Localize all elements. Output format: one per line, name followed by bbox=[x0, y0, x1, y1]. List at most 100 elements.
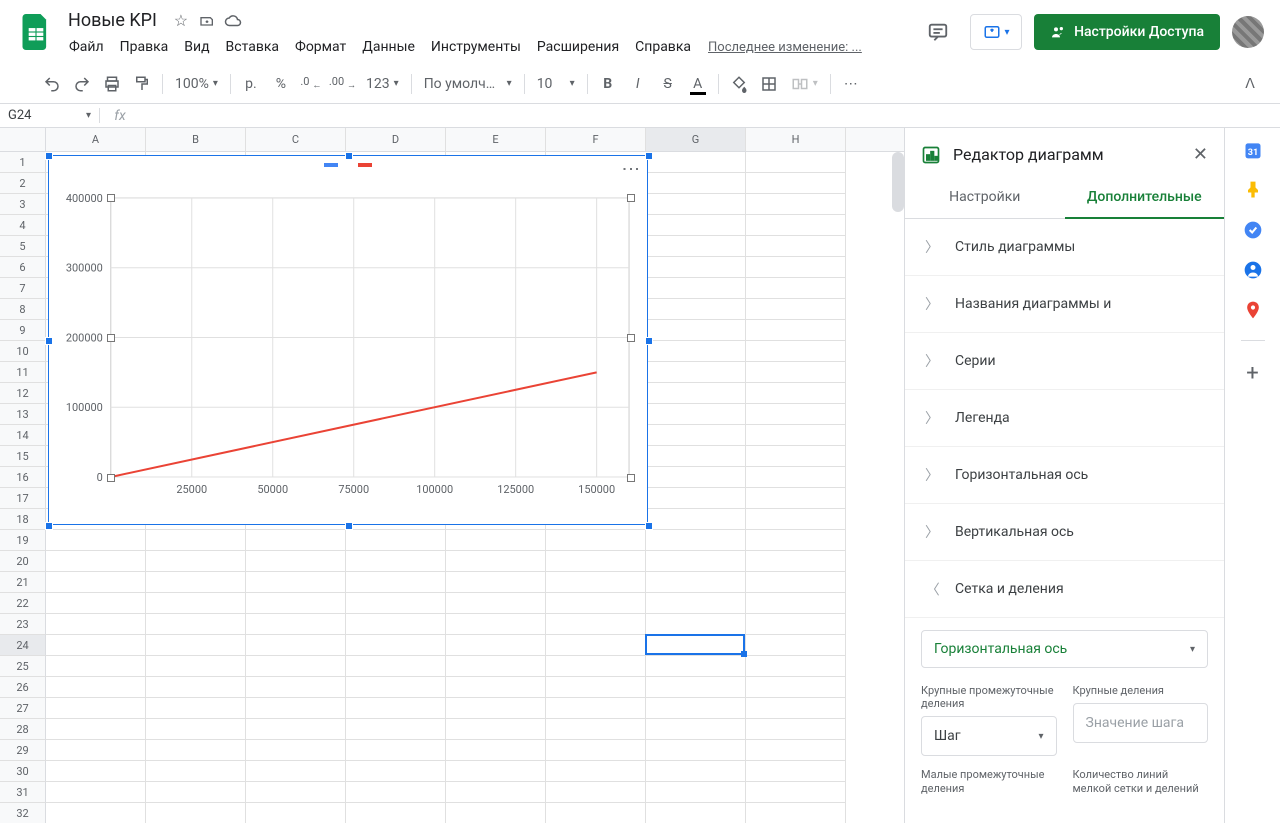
font-dropdown[interactable]: По умолча...▾ bbox=[418, 70, 518, 98]
cell[interactable] bbox=[546, 593, 646, 614]
col-header-E[interactable]: E bbox=[446, 128, 546, 151]
account-avatar[interactable] bbox=[1232, 16, 1264, 48]
row-header[interactable]: 24 bbox=[0, 635, 46, 656]
cell[interactable] bbox=[546, 551, 646, 572]
row-header[interactable]: 10 bbox=[0, 341, 46, 362]
cell[interactable] bbox=[646, 782, 746, 803]
plot-area-handle[interactable] bbox=[107, 194, 115, 202]
cell[interactable] bbox=[746, 509, 846, 530]
paint-format-button[interactable] bbox=[128, 70, 156, 98]
cell[interactable] bbox=[646, 803, 746, 823]
cell[interactable] bbox=[646, 719, 746, 740]
plot-area-handle[interactable] bbox=[627, 194, 635, 202]
menu-вставка[interactable]: Вставка bbox=[219, 35, 286, 59]
contacts-icon[interactable] bbox=[1243, 260, 1263, 280]
cell[interactable] bbox=[446, 614, 546, 635]
cell[interactable] bbox=[746, 782, 846, 803]
menu-данные[interactable]: Данные bbox=[355, 35, 422, 59]
add-on-plus-icon[interactable]: + bbox=[1246, 361, 1258, 386]
cell[interactable] bbox=[746, 677, 846, 698]
chart-menu-icon[interactable]: ⋮ bbox=[620, 160, 641, 176]
cell[interactable] bbox=[146, 593, 246, 614]
cell[interactable] bbox=[646, 215, 746, 236]
chart-resize-handle[interactable] bbox=[45, 522, 53, 530]
cell[interactable] bbox=[646, 236, 746, 257]
menu-файл[interactable]: Файл bbox=[62, 35, 111, 59]
cell[interactable] bbox=[746, 719, 846, 740]
row-header[interactable]: 21 bbox=[0, 572, 46, 593]
cell[interactable] bbox=[546, 614, 646, 635]
currency-button[interactable]: р. bbox=[237, 70, 265, 98]
cell[interactable] bbox=[546, 782, 646, 803]
cell[interactable] bbox=[446, 530, 546, 551]
cell[interactable] bbox=[546, 530, 646, 551]
row-header[interactable]: 8 bbox=[0, 299, 46, 320]
name-box[interactable]: G24▾ bbox=[0, 108, 100, 123]
cell[interactable] bbox=[346, 593, 446, 614]
cell[interactable] bbox=[46, 761, 146, 782]
chart-resize-handle[interactable] bbox=[45, 152, 53, 160]
sheets-logo[interactable] bbox=[16, 12, 56, 52]
cell[interactable] bbox=[546, 740, 646, 761]
dec-less-button[interactable]: .0 ← bbox=[297, 70, 325, 98]
menu-формат[interactable]: Формат bbox=[288, 35, 353, 59]
collapse-toolbar-icon[interactable]: ᐱ bbox=[1236, 70, 1264, 98]
row-header[interactable]: 19 bbox=[0, 530, 46, 551]
row-header[interactable]: 2 bbox=[0, 173, 46, 194]
cell[interactable] bbox=[446, 740, 546, 761]
cell[interactable] bbox=[146, 719, 246, 740]
chart-editor-tab-0[interactable]: Настройки bbox=[905, 177, 1065, 218]
num-format-dropdown[interactable]: 123▾ bbox=[360, 70, 405, 98]
row-header[interactable]: 9 bbox=[0, 320, 46, 341]
cell[interactable] bbox=[746, 635, 846, 656]
more-button[interactable]: ⋯ bbox=[837, 70, 865, 98]
cell[interactable] bbox=[546, 803, 646, 823]
merge-button[interactable]: ▾ bbox=[785, 70, 824, 98]
cell[interactable] bbox=[46, 740, 146, 761]
borders-button[interactable] bbox=[755, 70, 783, 98]
cell[interactable] bbox=[646, 467, 746, 488]
share-button[interactable]: Настройки Доступа bbox=[1034, 14, 1220, 50]
cell[interactable] bbox=[646, 656, 746, 677]
select-all-corner[interactable] bbox=[0, 128, 46, 151]
cell[interactable] bbox=[46, 719, 146, 740]
cell[interactable] bbox=[246, 761, 346, 782]
cell[interactable] bbox=[746, 572, 846, 593]
last-edit-link[interactable]: Последнее изменение: ... bbox=[708, 40, 862, 55]
cell[interactable] bbox=[646, 614, 746, 635]
keep-icon[interactable] bbox=[1243, 180, 1263, 200]
cell[interactable] bbox=[146, 677, 246, 698]
cell[interactable] bbox=[246, 677, 346, 698]
cell[interactable] bbox=[146, 572, 246, 593]
major-spacing-select[interactable]: Шаг▾ bbox=[921, 716, 1057, 756]
chart-section-0[interactable]: 〉Стиль диаграммы bbox=[905, 219, 1224, 276]
cell[interactable] bbox=[46, 551, 146, 572]
cell[interactable] bbox=[346, 698, 446, 719]
chart-section-1[interactable]: 〉Названия диаграммы и bbox=[905, 276, 1224, 333]
cell[interactable] bbox=[646, 320, 746, 341]
col-header-D[interactable]: D bbox=[346, 128, 446, 151]
col-header-C[interactable]: C bbox=[246, 128, 346, 151]
row-header[interactable]: 6 bbox=[0, 257, 46, 278]
cell[interactable] bbox=[46, 782, 146, 803]
dec-more-button[interactable]: .00 → bbox=[327, 70, 358, 98]
cell[interactable] bbox=[646, 152, 746, 173]
cell[interactable] bbox=[746, 236, 846, 257]
cell[interactable] bbox=[246, 572, 346, 593]
row-header[interactable]: 30 bbox=[0, 761, 46, 782]
cell[interactable] bbox=[446, 782, 546, 803]
cell[interactable] bbox=[146, 698, 246, 719]
comments-icon[interactable] bbox=[918, 12, 958, 52]
cell[interactable] bbox=[46, 677, 146, 698]
cell[interactable] bbox=[746, 488, 846, 509]
cell[interactable] bbox=[746, 593, 846, 614]
cell[interactable] bbox=[546, 656, 646, 677]
row-header[interactable]: 4 bbox=[0, 215, 46, 236]
cell[interactable] bbox=[746, 194, 846, 215]
cell[interactable] bbox=[246, 740, 346, 761]
cell[interactable] bbox=[746, 614, 846, 635]
cell[interactable] bbox=[446, 719, 546, 740]
axis-select[interactable]: Горизонтальная ось▾ bbox=[921, 630, 1208, 668]
cell[interactable] bbox=[646, 677, 746, 698]
cell[interactable] bbox=[646, 740, 746, 761]
